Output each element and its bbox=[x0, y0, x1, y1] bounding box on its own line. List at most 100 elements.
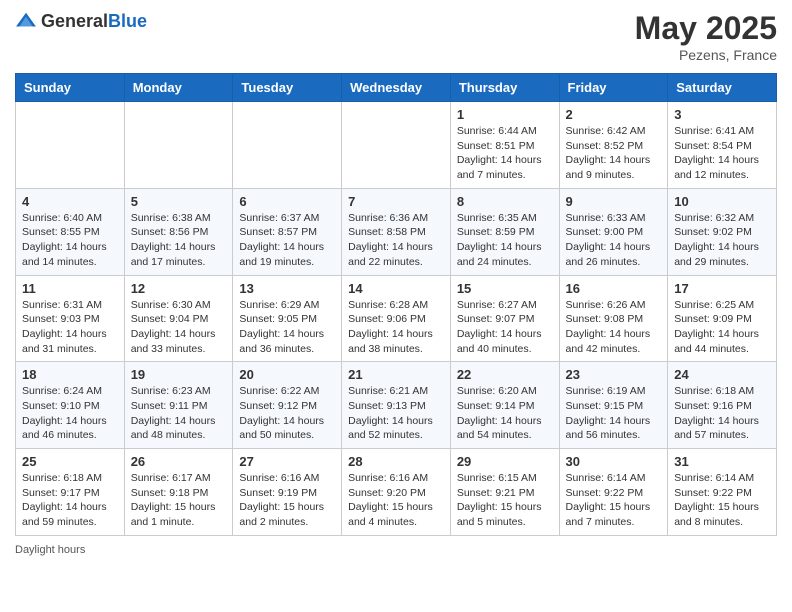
sunrise-text: Sunrise: 6:36 AM bbox=[348, 211, 444, 226]
sunset-text: Sunset: 9:05 PM bbox=[239, 312, 335, 327]
sunset-text: Sunset: 9:08 PM bbox=[566, 312, 662, 327]
daylight-text: Daylight: 15 hours and 1 minute. bbox=[131, 500, 227, 529]
daylight-text: Daylight: 14 hours and 24 minutes. bbox=[457, 240, 553, 269]
sunrise-text: Sunrise: 6:42 AM bbox=[566, 124, 662, 139]
calendar-cell: 2Sunrise: 6:42 AMSunset: 8:52 PMDaylight… bbox=[559, 102, 668, 189]
daylight-text: Daylight: 14 hours and 38 minutes. bbox=[348, 327, 444, 356]
calendar-cell: 22Sunrise: 6:20 AMSunset: 9:14 PMDayligh… bbox=[450, 362, 559, 449]
sunset-text: Sunset: 9:18 PM bbox=[131, 486, 227, 501]
sunset-text: Sunset: 9:10 PM bbox=[22, 399, 118, 414]
calendar-cell: 27Sunrise: 6:16 AMSunset: 9:19 PMDayligh… bbox=[233, 449, 342, 536]
calendar-week-row: 25Sunrise: 6:18 AMSunset: 9:17 PMDayligh… bbox=[16, 449, 777, 536]
day-number: 27 bbox=[239, 454, 335, 469]
weekday-header-saturday: Saturday bbox=[668, 74, 777, 102]
day-number: 11 bbox=[22, 281, 118, 296]
sunrise-text: Sunrise: 6:40 AM bbox=[22, 211, 118, 226]
calendar-week-row: 11Sunrise: 6:31 AMSunset: 9:03 PMDayligh… bbox=[16, 275, 777, 362]
sunset-text: Sunset: 9:07 PM bbox=[457, 312, 553, 327]
day-number: 2 bbox=[566, 107, 662, 122]
calendar-cell: 9Sunrise: 6:33 AMSunset: 9:00 PMDaylight… bbox=[559, 188, 668, 275]
daylight-text: Daylight: 15 hours and 8 minutes. bbox=[674, 500, 770, 529]
daylight-text: Daylight: 14 hours and 40 minutes. bbox=[457, 327, 553, 356]
sunrise-text: Sunrise: 6:23 AM bbox=[131, 384, 227, 399]
sunrise-text: Sunrise: 6:21 AM bbox=[348, 384, 444, 399]
logo-blue-text: Blue bbox=[108, 11, 147, 31]
daylight-text: Daylight: 14 hours and 59 minutes. bbox=[22, 500, 118, 529]
daylight-text: Daylight: 14 hours and 26 minutes. bbox=[566, 240, 662, 269]
title-block: May 2025 Pezens, France bbox=[635, 10, 777, 63]
sunrise-text: Sunrise: 6:18 AM bbox=[674, 384, 770, 399]
sunset-text: Sunset: 8:58 PM bbox=[348, 225, 444, 240]
sunset-text: Sunset: 9:22 PM bbox=[674, 486, 770, 501]
calendar-cell: 6Sunrise: 6:37 AMSunset: 8:57 PMDaylight… bbox=[233, 188, 342, 275]
weekday-header-tuesday: Tuesday bbox=[233, 74, 342, 102]
day-number: 15 bbox=[457, 281, 553, 296]
calendar-cell: 15 Sunrise: 6:27 AMSunset: 9:07 PMDayligh… bbox=[450, 275, 559, 362]
day-number: 31 bbox=[674, 454, 770, 469]
daylight-text: Daylight: 14 hours and 31 minutes. bbox=[22, 327, 118, 356]
daylight-text: Daylight: 14 hours and 44 minutes. bbox=[674, 327, 770, 356]
day-number: 6 bbox=[239, 194, 335, 209]
calendar-cell: 17Sunrise: 6:25 AMSunset: 9:09 PMDayligh… bbox=[668, 275, 777, 362]
daylight-text: Daylight: 14 hours and 19 minutes. bbox=[239, 240, 335, 269]
day-number: 17 bbox=[674, 281, 770, 296]
page-header: GeneralBlue May 2025 Pezens, France bbox=[15, 10, 777, 63]
calendar-cell: 21Sunrise: 6:21 AMSunset: 9:13 PMDayligh… bbox=[342, 362, 451, 449]
calendar-cell: 30Sunrise: 6:14 AMSunset: 9:22 PMDayligh… bbox=[559, 449, 668, 536]
weekday-header-row: SundayMondayTuesdayWednesdayThursdayFrid… bbox=[16, 74, 777, 102]
sunrise-text: Sunrise: 6:14 AM bbox=[674, 471, 770, 486]
sunrise-text: Sunrise: 6:27 AM bbox=[457, 298, 553, 313]
day-number: 24 bbox=[674, 367, 770, 382]
sunrise-text: Sunrise: 6:15 AM bbox=[457, 471, 553, 486]
calendar-cell: 5Sunrise: 6:38 AMSunset: 8:56 PMDaylight… bbox=[124, 188, 233, 275]
day-number: 22 bbox=[457, 367, 553, 382]
daylight-text: Daylight: 14 hours and 17 minutes. bbox=[131, 240, 227, 269]
calendar-cell: 14Sunrise: 6:28 AMSunset: 9:06 PMDayligh… bbox=[342, 275, 451, 362]
day-number: 23 bbox=[566, 367, 662, 382]
sunrise-text: Sunrise: 6:24 AM bbox=[22, 384, 118, 399]
sunrise-text: Sunrise: 6:29 AM bbox=[239, 298, 335, 313]
sunset-text: Sunset: 9:16 PM bbox=[674, 399, 770, 414]
calendar-cell bbox=[124, 102, 233, 189]
calendar-cell: 11Sunrise: 6:31 AMSunset: 9:03 PMDayligh… bbox=[16, 275, 125, 362]
calendar-cell bbox=[16, 102, 125, 189]
calendar-cell: 10Sunrise: 6:32 AMSunset: 9:02 PMDayligh… bbox=[668, 188, 777, 275]
sunset-text: Sunset: 9:19 PM bbox=[239, 486, 335, 501]
sunset-text: Sunset: 9:03 PM bbox=[22, 312, 118, 327]
day-number: 9 bbox=[566, 194, 662, 209]
sunset-text: Sunset: 9:09 PM bbox=[674, 312, 770, 327]
sunrise-text: Sunrise: 6:37 AM bbox=[239, 211, 335, 226]
sunrise-text: Sunrise: 6:16 AM bbox=[348, 471, 444, 486]
sunset-text: Sunset: 8:59 PM bbox=[457, 225, 553, 240]
calendar-cell: 3Sunrise: 6:41 AMSunset: 8:54 PMDaylight… bbox=[668, 102, 777, 189]
calendar-table: SundayMondayTuesdayWednesdayThursdayFrid… bbox=[15, 73, 777, 536]
daylight-text: Daylight: 14 hours and 57 minutes. bbox=[674, 414, 770, 443]
weekday-header-monday: Monday bbox=[124, 74, 233, 102]
daylight-text: Daylight: 14 hours and 36 minutes. bbox=[239, 327, 335, 356]
sunrise-text: Sunrise: 6:44 AM bbox=[457, 124, 553, 139]
sunrise-text: Sunrise: 6:35 AM bbox=[457, 211, 553, 226]
calendar-cell: 29Sunrise: 6:15 AMSunset: 9:21 PMDayligh… bbox=[450, 449, 559, 536]
sunrise-text: Sunrise: 6:14 AM bbox=[566, 471, 662, 486]
day-number: 28 bbox=[348, 454, 444, 469]
day-number: 1 bbox=[457, 107, 553, 122]
daylight-text: Daylight: 14 hours and 56 minutes. bbox=[566, 414, 662, 443]
weekday-header-friday: Friday bbox=[559, 74, 668, 102]
sunset-text: Sunset: 9:06 PM bbox=[348, 312, 444, 327]
calendar-week-row: 1Sunrise: 6:44 AMSunset: 8:51 PMDaylight… bbox=[16, 102, 777, 189]
daylight-text: Daylight: 14 hours and 7 minutes. bbox=[457, 153, 553, 182]
day-number: 30 bbox=[566, 454, 662, 469]
day-number: 21 bbox=[348, 367, 444, 382]
sunrise-text: Sunrise: 6:26 AM bbox=[566, 298, 662, 313]
sunset-text: Sunset: 9:15 PM bbox=[566, 399, 662, 414]
daylight-text: Daylight: 14 hours and 48 minutes. bbox=[131, 414, 227, 443]
sunset-text: Sunset: 9:02 PM bbox=[674, 225, 770, 240]
calendar-cell bbox=[233, 102, 342, 189]
calendar-week-row: 18Sunrise: 6:24 AMSunset: 9:10 PMDayligh… bbox=[16, 362, 777, 449]
day-number: 5 bbox=[131, 194, 227, 209]
logo: GeneralBlue bbox=[15, 10, 147, 32]
sunset-text: Sunset: 8:55 PM bbox=[22, 225, 118, 240]
calendar-cell: 8Sunrise: 6:35 AMSunset: 8:59 PMDaylight… bbox=[450, 188, 559, 275]
daylight-text: Daylight: 15 hours and 5 minutes. bbox=[457, 500, 553, 529]
sunset-text: Sunset: 9:11 PM bbox=[131, 399, 227, 414]
